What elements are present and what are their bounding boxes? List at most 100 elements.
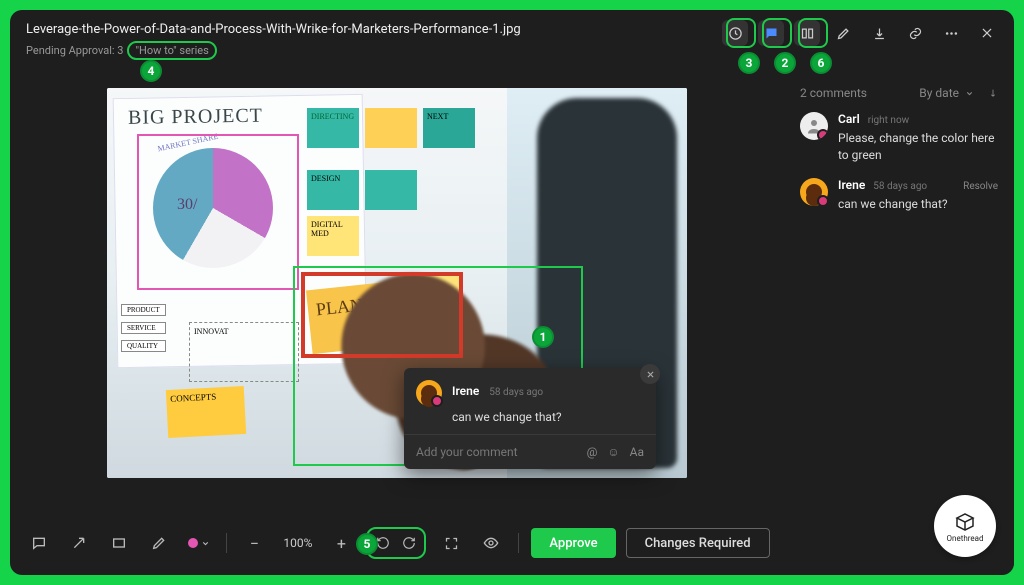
link-button[interactable] (902, 20, 928, 46)
pencil-icon (151, 535, 167, 551)
draw-tool[interactable] (144, 528, 174, 558)
sticky: DIRECTING (307, 108, 359, 148)
callout-3: 3 (738, 52, 760, 74)
text-format-icon[interactable]: Aa (630, 445, 644, 459)
download-button[interactable] (866, 20, 892, 46)
eye-icon (483, 535, 499, 551)
zoom-in[interactable]: + (326, 528, 356, 558)
comment-tool[interactable] (24, 528, 54, 558)
rectangle-icon (111, 535, 127, 551)
comment-text: Please, change the color here to green (838, 130, 998, 164)
sticky (365, 170, 417, 210)
rotate-ccw-icon (376, 536, 390, 550)
chip: SERVICE (121, 322, 166, 334)
popup-close-button[interactable] (640, 364, 660, 384)
visibility-tool[interactable] (476, 528, 506, 558)
sort-dropdown[interactable]: By date (919, 86, 998, 100)
popup-input-row: Add your comment @ ☺ Aa (404, 434, 656, 469)
resolve-button[interactable]: Resolve (963, 181, 998, 192)
changes-required-button[interactable]: Changes Required (626, 528, 770, 558)
color-swatch-icon (188, 538, 198, 548)
pie-label: 30/ (177, 196, 197, 214)
avatar (800, 112, 828, 140)
separator (226, 533, 227, 553)
pencil-icon (836, 26, 851, 41)
series-chip[interactable]: "How to" series (127, 41, 216, 60)
callout-2: 2 (774, 52, 796, 74)
edit-button[interactable] (830, 20, 856, 46)
zoom-level[interactable]: 100% (283, 536, 312, 550)
separator (518, 533, 519, 553)
fit-tool[interactable] (436, 528, 466, 558)
sticky: DESIGN (307, 170, 359, 210)
chip: PRODUCT (121, 304, 166, 316)
header-actions (722, 20, 1000, 46)
chevron-down-icon (965, 89, 974, 98)
pending-approval-label: Pending Approval: 3 (26, 44, 123, 57)
comment-icon (764, 26, 779, 41)
popup-text: can we change that? (404, 410, 656, 434)
comment-time: right now (868, 115, 909, 126)
comment-item[interactable]: Carl right now Please, change the color … (800, 112, 998, 164)
sort-label: By date (919, 86, 959, 100)
close-icon (980, 26, 994, 40)
popup-author: Irene (452, 384, 479, 398)
comment-input[interactable]: Add your comment (416, 445, 518, 459)
history-button[interactable] (722, 20, 748, 46)
red-selection[interactable] (301, 272, 463, 358)
rectangle-tool[interactable] (104, 528, 134, 558)
download-icon (872, 26, 887, 41)
emoji-icon[interactable]: ☺ (607, 445, 619, 459)
sticky (365, 108, 417, 148)
header: Leverage-the-Power-of-Data-and-Process-W… (10, 10, 1014, 68)
comment-box-icon (31, 535, 47, 551)
sticky: DIGITAL MED (307, 216, 359, 256)
chevron-down-icon (201, 539, 210, 548)
compare-icon (800, 26, 815, 41)
comment-count: 2 comments (800, 86, 867, 100)
innovation-box: INNOVAT (189, 322, 299, 382)
mention-icon[interactable]: @ (587, 445, 598, 459)
close-icon (646, 370, 655, 379)
rotate-cw-icon (402, 536, 416, 550)
comments-button[interactable] (758, 20, 784, 46)
popup-time: 58 days ago (489, 387, 543, 398)
onethread-label: Onethread (947, 534, 984, 543)
more-icon (944, 26, 959, 41)
comment-text: can we change that? (838, 196, 998, 213)
comment-author: Carl (838, 112, 860, 126)
compare-button[interactable] (794, 20, 820, 46)
link-icon (908, 26, 923, 41)
app-frame: Leverage-the-Power-of-Data-and-Process-W… (10, 10, 1014, 575)
onethread-logo-icon (953, 510, 977, 534)
color-picker[interactable] (184, 528, 214, 558)
avatar (800, 178, 828, 206)
chip: QUALITY (121, 340, 166, 352)
comment-author: Irene (838, 178, 865, 192)
approve-button[interactable]: Approve (531, 528, 615, 558)
callout-4: 4 (140, 60, 162, 82)
avatar (416, 380, 442, 406)
pie-chart: 30/ (153, 148, 273, 268)
callout-6: 6 (810, 52, 832, 74)
bottom-toolbar: − 100% + Approve Changes Required (10, 523, 784, 563)
more-button[interactable] (938, 20, 964, 46)
zoom-out[interactable]: − (239, 528, 269, 558)
sticky: CONCEPTS (166, 386, 246, 438)
canvas-area[interactable]: BIG PROJECT MARKET SHARE 30/ DIRECTING N… (10, 68, 784, 515)
comment-item[interactable]: Irene 58 days ago Resolve can we change … (800, 178, 998, 213)
arrow-icon (71, 535, 87, 551)
comment-time: 58 days ago (873, 181, 927, 192)
callout-1: 1 (532, 326, 554, 348)
annotation-popup: Irene 58 days ago can we change that? Ad… (404, 368, 656, 469)
onethread-badge: Onethread (934, 495, 996, 557)
clock-icon (728, 26, 743, 41)
callout-5: 5 (356, 533, 378, 555)
sticky: NEXT (423, 108, 475, 148)
arrow-tool[interactable] (64, 528, 94, 558)
close-button[interactable] (974, 20, 1000, 46)
rotate-cw[interactable] (398, 532, 420, 554)
expand-icon (444, 536, 459, 551)
chip-column: PRODUCT SERVICE QUALITY (121, 304, 166, 352)
sort-direction-icon (988, 87, 998, 99)
